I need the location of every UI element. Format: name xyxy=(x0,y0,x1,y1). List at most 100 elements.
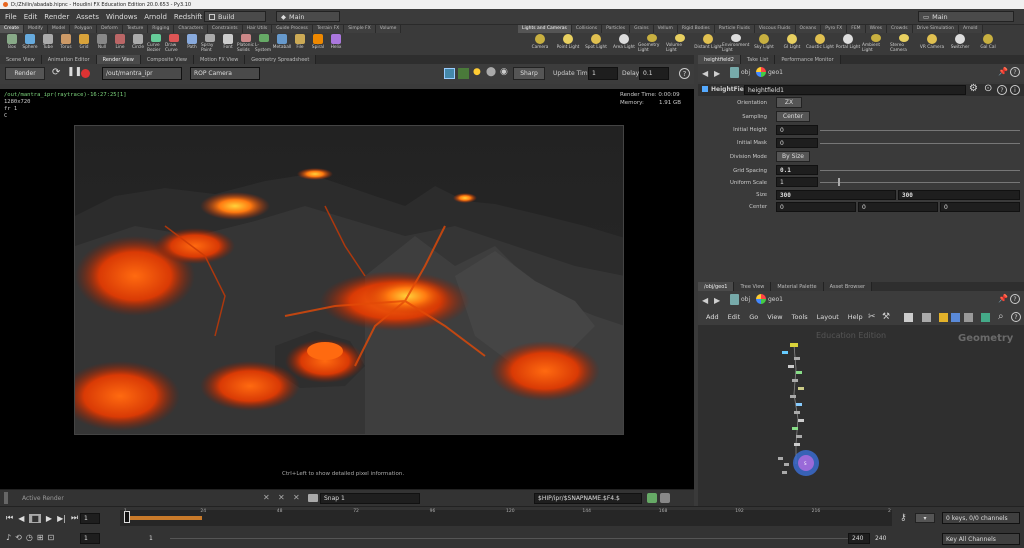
key-all-dropdown[interactable]: Key All Channels xyxy=(942,533,1020,545)
grid-spacing-slider[interactable] xyxy=(820,170,1020,171)
shelf-tool-line[interactable]: Line xyxy=(111,33,129,53)
pin-icon[interactable]: ⬤ xyxy=(486,67,496,77)
light-tool-geometry-light[interactable]: Geometry Light xyxy=(638,33,666,53)
right-shelf-tab-12[interactable]: Crowds xyxy=(887,25,913,33)
region-icon[interactable] xyxy=(444,68,455,79)
sharp-dropdown[interactable]: Sharp xyxy=(513,67,545,80)
shelf-tab-12[interactable]: Simple FX xyxy=(344,25,376,33)
render-viewport[interactable]: /out/mantra_ipr(raytrace)-16:27:25[1] 12… xyxy=(0,89,694,489)
net-menu-go[interactable]: Go xyxy=(749,313,758,321)
right-shelf-tab-9[interactable]: Pyro FX xyxy=(821,25,848,33)
light-tool-switcher[interactable]: Switcher xyxy=(946,33,974,53)
net-pin-icon[interactable]: 📌 xyxy=(998,294,1008,303)
next-snap-icon[interactable]: ✕ xyxy=(278,493,285,502)
prev-snap-icon[interactable]: ✕ xyxy=(263,493,270,502)
right-shelf-tab-0[interactable]: Lights and Cameras xyxy=(518,25,572,33)
shelf-tool-torus[interactable]: Torus xyxy=(57,33,75,53)
save-snap-icon[interactable] xyxy=(647,493,657,503)
preview-icon[interactable] xyxy=(458,68,469,79)
grid-view-icon[interactable] xyxy=(904,313,913,322)
audio-icon[interactable]: ♪ xyxy=(6,533,11,542)
shelf-tool-helix[interactable]: Helix xyxy=(327,33,345,53)
sticky-note-icon[interactable] xyxy=(939,313,948,322)
right-shelf-tab-13[interactable]: Drive Simulation xyxy=(912,25,959,33)
shelf-tab-10[interactable]: Guide Process xyxy=(272,25,313,33)
shelf-tool-sphere[interactable]: Sphere xyxy=(21,33,39,53)
right-shelf-tab-8[interactable]: Oceans xyxy=(795,25,822,33)
pane-tab-0[interactable]: Scene View xyxy=(0,55,42,64)
desktop-dropdown[interactable]: ▭ Main xyxy=(918,11,1014,22)
params-tab-1[interactable]: Take List xyxy=(740,55,776,64)
light-bulb-icon[interactable]: ● xyxy=(473,67,481,77)
net-menu-help[interactable]: Help xyxy=(848,313,863,321)
shelf-tab-2[interactable]: Model xyxy=(47,25,71,33)
light-tool-caustic-light[interactable]: Caustic Light xyxy=(806,33,834,53)
right-shelf-tab-10[interactable]: FEM xyxy=(847,25,866,33)
display-icon[interactable] xyxy=(981,313,990,322)
right-shelf-tab-1[interactable]: Collisions xyxy=(571,25,603,33)
help-icon-2[interactable]: ? xyxy=(997,85,1007,95)
net-forward-icon[interactable]: ▶ xyxy=(714,296,720,305)
netbox-icon[interactable] xyxy=(951,313,960,322)
stop-play-icon[interactable]: ■ xyxy=(29,513,41,523)
light-tool-ambient-light[interactable]: Ambient Light xyxy=(862,33,890,53)
light-tool-gi-light[interactable]: GI Light xyxy=(778,33,806,53)
shelf-tab-9[interactable]: Hair Utils xyxy=(242,25,273,33)
pane-tab-4[interactable]: Motion FX View xyxy=(194,55,246,64)
net-obj-path[interactable]: obj xyxy=(741,296,750,303)
help-icon[interactable]: ? xyxy=(1010,67,1020,77)
shelf-tool-spray-paint[interactable]: Spray Paint xyxy=(201,33,219,53)
swap-icon[interactable]: ✕ xyxy=(293,493,300,502)
light-tool-area-light[interactable]: Area Light xyxy=(610,33,638,53)
shelf-tool-metaball[interactable]: Metaball xyxy=(273,33,291,53)
step-back-icon[interactable]: ◀ xyxy=(18,514,24,523)
menu-render[interactable]: Render xyxy=(44,13,69,21)
light-tool-stereo-camera[interactable]: Stereo Camera xyxy=(890,33,918,53)
light-tool-vr-camera[interactable]: VR Camera xyxy=(918,33,946,53)
pane-tab-3[interactable]: Composite View xyxy=(140,55,194,64)
shelf-tab-3[interactable]: Polygon xyxy=(70,25,98,33)
light-tool-volume-light[interactable]: Volume Light xyxy=(666,33,694,53)
params-tab-2[interactable]: Performance Monitor xyxy=(775,55,841,64)
net-back-icon[interactable]: ◀ xyxy=(702,296,708,305)
light-tool-portal-light[interactable]: Portal Light xyxy=(834,33,862,53)
light-tool-point-light[interactable]: Point Light xyxy=(554,33,582,53)
sphere-icon[interactable]: ◉ xyxy=(500,67,508,77)
net-geo-path[interactable]: geo1 xyxy=(768,296,783,303)
layout-icon[interactable] xyxy=(964,313,973,322)
key-icon[interactable]: ⚷ xyxy=(900,513,907,523)
start-frame-field[interactable]: 1 xyxy=(80,533,100,544)
right-shelf-tab-4[interactable]: Vellum xyxy=(653,25,678,33)
light-tool-camera[interactable]: Camera xyxy=(526,33,554,53)
zoom-icon[interactable]: ⌕ xyxy=(998,311,1004,322)
net-help-icon[interactable]: ? xyxy=(1010,294,1020,304)
shelf-tab-11[interactable]: Terrain FX xyxy=(312,25,345,33)
keys-options-dropdown[interactable]: ▾ xyxy=(915,513,935,523)
end-frame-field-2[interactable]: 240 xyxy=(872,533,894,544)
delay-field[interactable]: 0.1 xyxy=(639,67,669,80)
pane-tab-5[interactable]: Geometry Spreadsheet xyxy=(245,55,317,64)
right-shelf-tab-6[interactable]: Particle Fluids xyxy=(714,25,755,33)
forward-icon[interactable]: ▶ xyxy=(714,69,720,78)
net-menu-view[interactable]: View xyxy=(767,313,782,321)
params-tab-0[interactable]: heightfield2 xyxy=(698,55,741,64)
initial-height-slider[interactable] xyxy=(820,130,1020,131)
center-z-field[interactable]: 0 xyxy=(940,202,1020,212)
node-name-field[interactable]: heightfield1 xyxy=(744,85,966,95)
build-desktop-dropdown[interactable]: Build xyxy=(204,11,266,22)
light-tool-distant-light[interactable]: Distant Light xyxy=(694,33,722,53)
right-shelf-tab-14[interactable]: Arnold xyxy=(958,25,983,33)
shelf-tab-4[interactable]: Deform xyxy=(97,25,123,33)
shelf-tool-spiral[interactable]: Spiral xyxy=(309,33,327,53)
net-tab-3[interactable]: Asset Browser xyxy=(823,282,873,291)
sampling-dropdown[interactable]: Center xyxy=(776,111,810,122)
division-mode-dropdown[interactable]: By Size xyxy=(776,151,810,162)
camera-snap-icon[interactable] xyxy=(308,494,318,502)
play-icon[interactable]: ▶ xyxy=(46,514,52,523)
right-shelf-tab-3[interactable]: Grains xyxy=(630,25,654,33)
net-menu-add[interactable]: Add xyxy=(706,313,719,321)
pane-tab-2[interactable]: Render View xyxy=(96,55,141,64)
timeline-track[interactable]: 1 24 48 72 96 120 144 168 192 216 2 xyxy=(120,509,892,526)
initial-mask-field[interactable]: 0 xyxy=(776,138,818,148)
tools-icon[interactable]: ✂ xyxy=(868,312,876,322)
